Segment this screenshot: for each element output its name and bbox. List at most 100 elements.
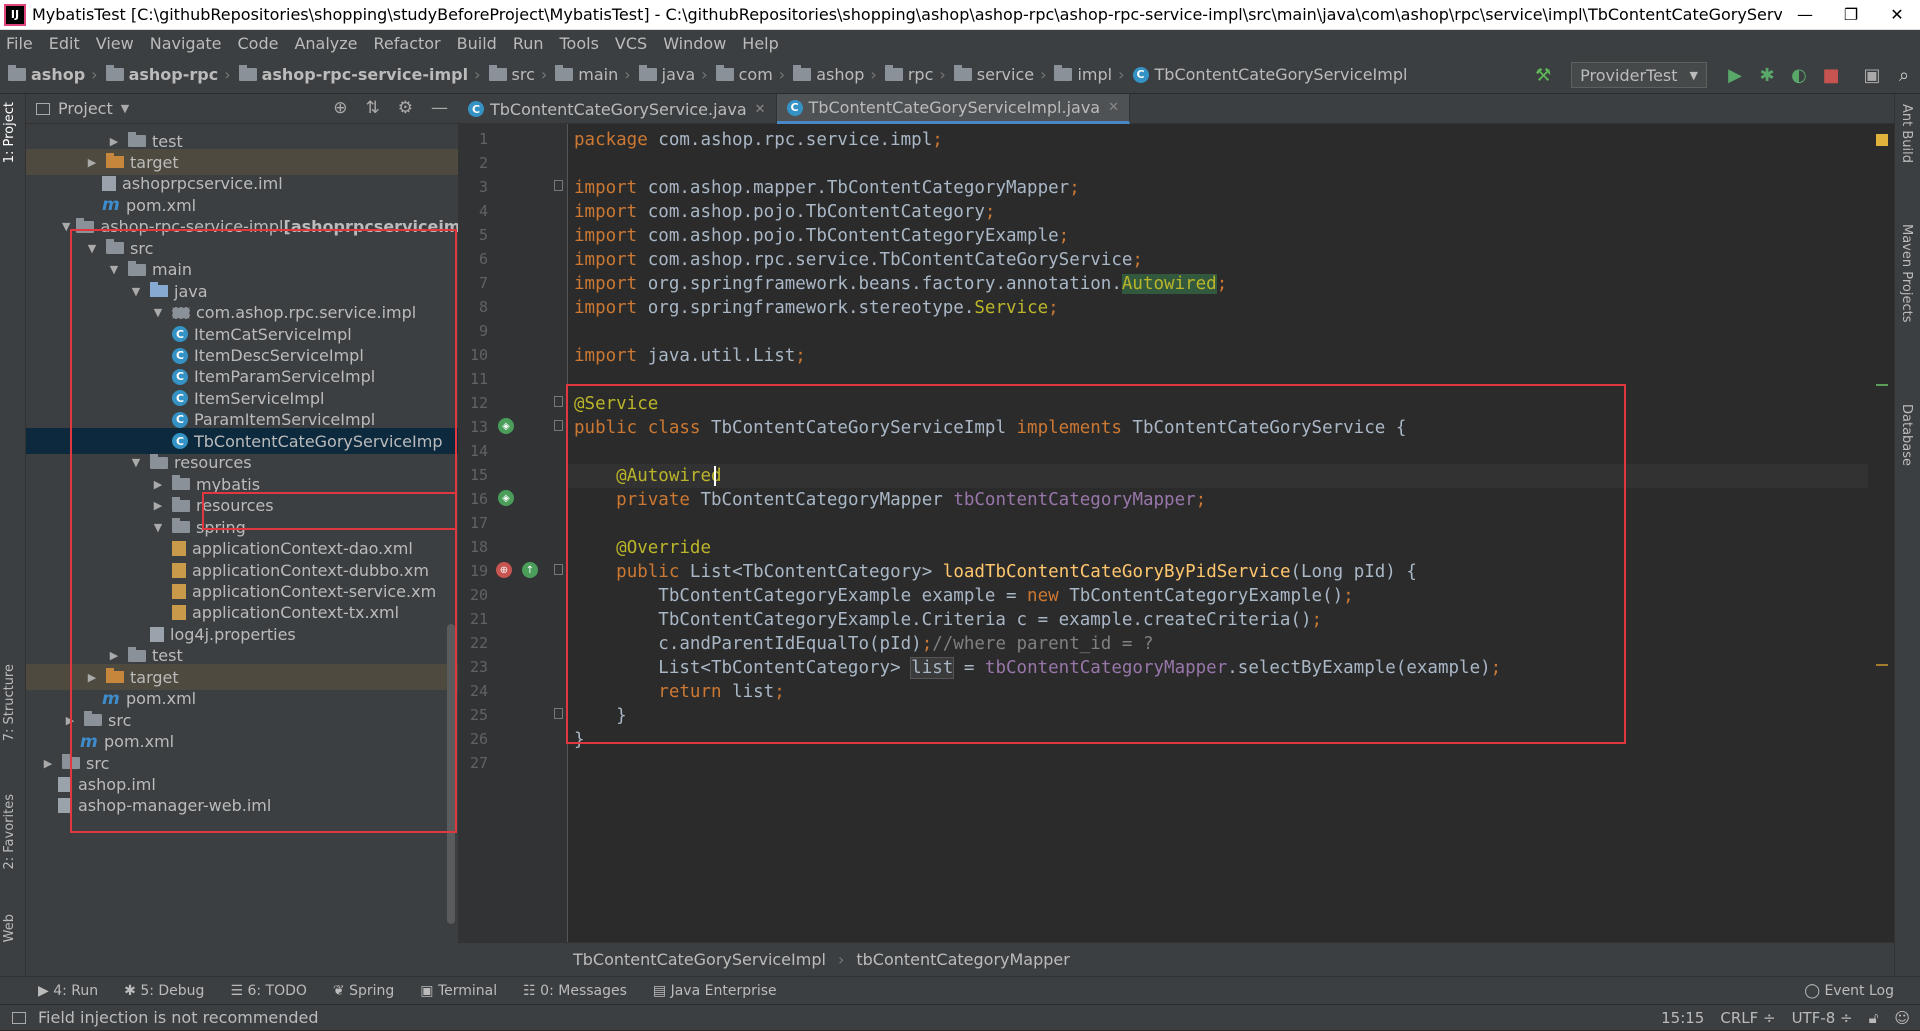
line-separator[interactable]: CRLF ÷ bbox=[1720, 1009, 1775, 1027]
line-number[interactable]: 10 bbox=[458, 346, 488, 364]
close-tab-icon[interactable]: ✕ bbox=[755, 102, 766, 117]
stop-icon[interactable]: ■ bbox=[1820, 64, 1842, 86]
expanded-arrow-icon[interactable]: ▼ bbox=[128, 285, 144, 298]
collapsed-arrow-icon[interactable]: ▶ bbox=[106, 649, 122, 662]
project-panel-title[interactable]: Project bbox=[58, 99, 113, 118]
fold-marker-icon[interactable] bbox=[554, 420, 563, 431]
menu-analyze[interactable]: Analyze bbox=[294, 34, 357, 53]
tab-todo[interactable]: ☰ 6: TODO bbox=[230, 983, 306, 999]
warning-marker-icon[interactable] bbox=[1876, 134, 1888, 146]
line-number[interactable]: 24 bbox=[458, 682, 488, 700]
line-number[interactable]: 15 bbox=[458, 466, 488, 484]
implementing-method-icon[interactable]: ⊕ bbox=[496, 562, 512, 578]
build-hammer-icon[interactable]: ⚒ bbox=[1532, 64, 1554, 86]
line-number[interactable]: 8 bbox=[458, 298, 488, 316]
code-line[interactable]: import org.springframework.beans.factory… bbox=[574, 272, 1227, 296]
editor-tab[interactable]: C TbContentCateGoryService.java ✕ bbox=[458, 94, 777, 124]
tab-structure[interactable]: 7: Structure bbox=[2, 664, 17, 741]
code-breadcrumb-field[interactable]: tbContentCategoryMapper bbox=[856, 950, 1070, 969]
tab-maven-projects[interactable]: Maven Projects bbox=[1899, 224, 1914, 323]
tab-project[interactable]: 1: Project bbox=[2, 102, 17, 163]
tab-favorites[interactable]: 2: Favorites bbox=[2, 794, 17, 870]
line-number[interactable]: 6 bbox=[458, 250, 488, 268]
code-line[interactable]: import java.util.List; bbox=[574, 344, 806, 368]
line-number[interactable]: 2 bbox=[458, 154, 488, 172]
line-number[interactable]: 20 bbox=[458, 586, 488, 604]
fold-marker-icon[interactable] bbox=[554, 708, 563, 719]
run-config-select[interactable]: ProviderTest ▼ bbox=[1571, 62, 1707, 88]
caret-position[interactable]: 15:15 bbox=[1661, 1009, 1704, 1027]
code-line[interactable]: TbContentCategoryExample.Criteria c = ex… bbox=[574, 608, 1322, 632]
code-content[interactable]: package com.ashop.rpc.service.impl; impor… bbox=[568, 124, 1868, 942]
code-line[interactable]: import com.ashop.rpc.service.TbContentCa… bbox=[574, 248, 1143, 272]
fold-marker-icon[interactable] bbox=[554, 564, 563, 575]
run-icon[interactable]: ▶ bbox=[1724, 64, 1746, 86]
project-scrollbar[interactable] bbox=[447, 624, 455, 924]
menu-navigate[interactable]: Navigate bbox=[150, 34, 222, 53]
line-number[interactable]: 22 bbox=[458, 634, 488, 652]
line-number[interactable]: 25 bbox=[458, 706, 488, 724]
lock-icon[interactable]: 🔓︎ bbox=[1869, 1009, 1879, 1027]
breadcrumb-item[interactable]: src › bbox=[488, 65, 556, 84]
line-number[interactable]: 7 bbox=[458, 274, 488, 292]
line-number[interactable]: 27 bbox=[458, 754, 488, 772]
code-line[interactable]: private TbContentCategoryMapper tbConten… bbox=[574, 488, 1206, 512]
line-number[interactable]: 12 bbox=[458, 394, 488, 412]
breadcrumb-item[interactable]: com › bbox=[715, 65, 794, 84]
code-breadcrumb-class[interactable]: TbContentCateGoryServiceImpl bbox=[573, 950, 826, 969]
line-number[interactable]: 4 bbox=[458, 202, 488, 220]
collapsed-arrow-icon[interactable]: ▶ bbox=[84, 671, 100, 684]
tab-run[interactable]: ▶ 4: Run bbox=[38, 983, 98, 999]
menu-build[interactable]: Build bbox=[457, 34, 497, 53]
locate-icon[interactable]: ⊕ bbox=[333, 98, 347, 118]
code-line[interactable]: package com.ashop.rpc.service.impl; bbox=[574, 128, 943, 152]
breadcrumb-item[interactable]: ashop-rpc-service-impl › bbox=[238, 65, 489, 84]
code-line[interactable]: import org.springframework.stereotype.Se… bbox=[574, 296, 1059, 320]
breadcrumb-item[interactable]: main › bbox=[555, 65, 638, 84]
tab-terminal[interactable]: ▣ Terminal bbox=[420, 983, 497, 999]
line-number[interactable]: 11 bbox=[458, 370, 488, 388]
close-tab-icon[interactable]: ✕ bbox=[1108, 100, 1119, 115]
warning-stripe[interactable] bbox=[1876, 664, 1888, 666]
debug-icon[interactable]: ✱ bbox=[1756, 64, 1778, 86]
file-encoding[interactable]: UTF-8 ÷ bbox=[1792, 1009, 1853, 1027]
collapsed-arrow-icon[interactable]: ▶ bbox=[150, 499, 166, 512]
code-line[interactable]: @Override bbox=[574, 536, 711, 560]
line-number[interactable]: 26 bbox=[458, 730, 488, 748]
code-line[interactable]: @Autowired bbox=[574, 464, 721, 488]
event-log-button[interactable]: ◯ Event Log bbox=[1804, 983, 1894, 999]
code-line[interactable]: c.andParentIdEqualTo(pId);//where parent… bbox=[574, 632, 1153, 656]
breadcrumb-item[interactable]: C TbContentCateGoryServiceImpl bbox=[1132, 65, 1407, 84]
line-number[interactable]: 13 bbox=[458, 418, 488, 436]
menu-window[interactable]: Window bbox=[663, 34, 726, 53]
breadcrumb-item[interactable]: ashop-rpc › bbox=[105, 65, 239, 84]
coverage-icon[interactable]: ◐ bbox=[1788, 64, 1810, 86]
expanded-arrow-icon[interactable]: ▼ bbox=[84, 242, 100, 255]
menu-refactor[interactable]: Refactor bbox=[374, 34, 441, 53]
tree-row[interactable]: ashop-manager-web.iml bbox=[26, 793, 458, 819]
inspector-icon[interactable]: ☺ bbox=[1894, 1009, 1910, 1027]
tab-web[interactable]: Web bbox=[2, 914, 17, 942]
breadcrumb-item[interactable]: rpc › bbox=[884, 65, 954, 84]
line-number[interactable]: 3 bbox=[458, 178, 488, 196]
menu-code[interactable]: Code bbox=[238, 34, 279, 53]
menu-tools[interactable]: Tools bbox=[560, 34, 599, 53]
code-line[interactable]: List<TbContentCategory> list = tbContent… bbox=[574, 656, 1501, 680]
code-line[interactable]: } bbox=[574, 704, 627, 728]
collapsed-arrow-icon[interactable]: ▶ bbox=[40, 757, 56, 770]
autowired-bean-icon[interactable]: ◈ bbox=[498, 490, 514, 506]
line-number[interactable]: 16 bbox=[458, 490, 488, 508]
menu-file[interactable]: File bbox=[6, 34, 33, 53]
breadcrumb-item[interactable]: ashop › bbox=[8, 65, 106, 84]
breadcrumb-item[interactable]: ashop › bbox=[793, 65, 885, 84]
code-line[interactable]: public List<TbContentCategory> loadTbCon… bbox=[574, 560, 1417, 584]
line-number[interactable]: 17 bbox=[458, 514, 488, 532]
expanded-arrow-icon[interactable]: ▼ bbox=[150, 521, 166, 534]
tool-windows-icon[interactable] bbox=[12, 1011, 26, 1024]
tab-java-enterprise[interactable]: ▤ Java Enterprise bbox=[653, 983, 777, 999]
menu-edit[interactable]: Edit bbox=[49, 34, 80, 53]
collapsed-arrow-icon[interactable]: ▶ bbox=[84, 156, 100, 169]
code-line[interactable]: return list; bbox=[574, 680, 784, 704]
collapsed-arrow-icon[interactable]: ▶ bbox=[62, 714, 78, 727]
code-line[interactable]: TbContentCategoryExample example = new T… bbox=[574, 584, 1353, 608]
